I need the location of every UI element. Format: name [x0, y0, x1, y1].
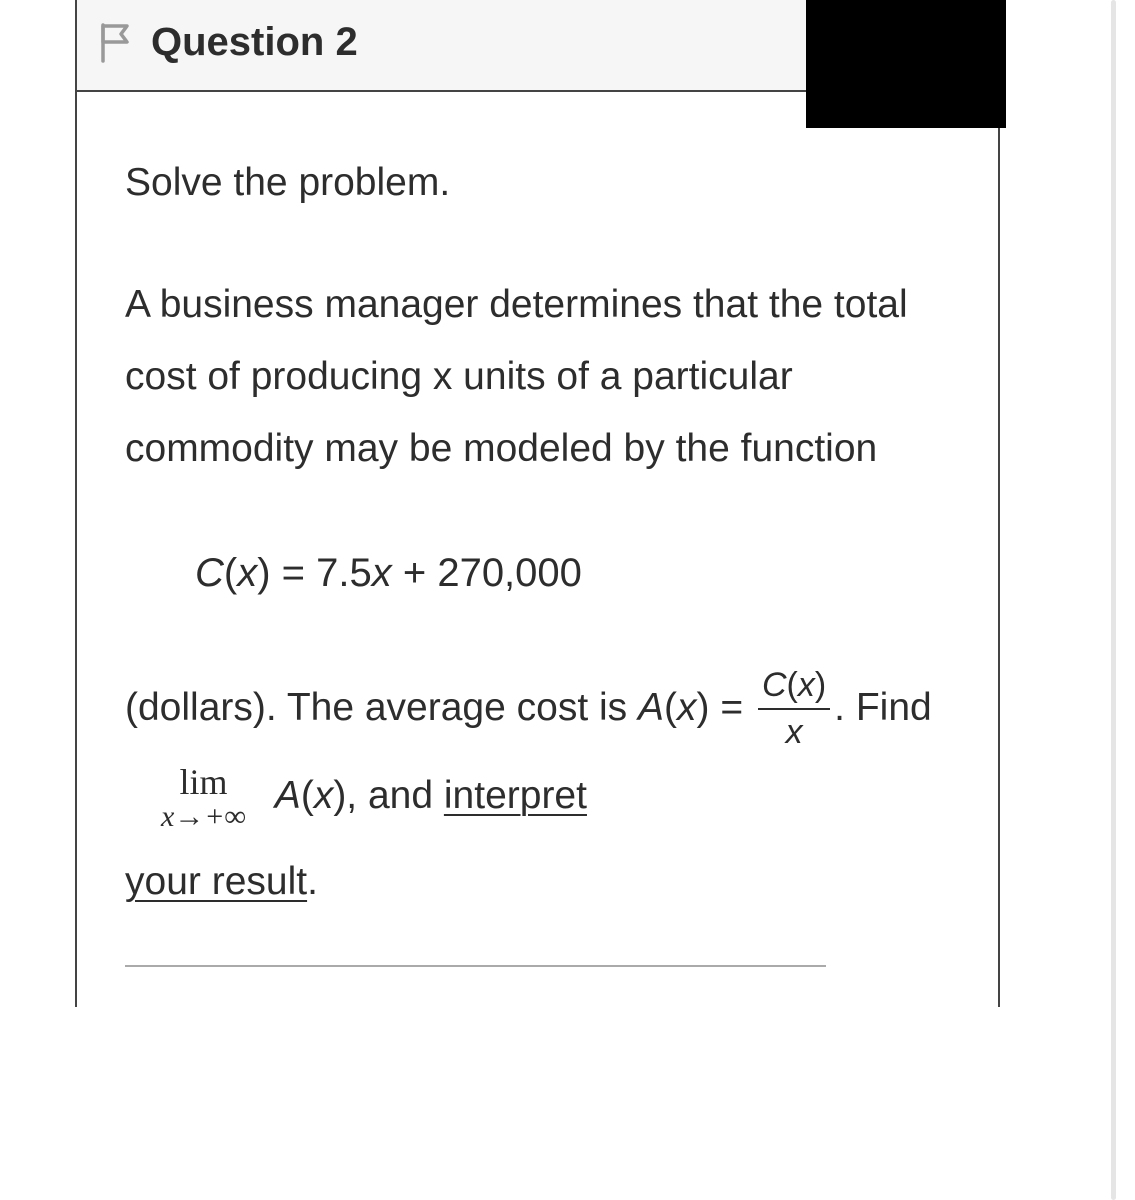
text-segment: (dollars). The average cost is — [125, 686, 638, 729]
limit-notation: lim x→+∞ — [161, 764, 246, 832]
underlined-interpret: interpret — [444, 774, 587, 817]
fraction-cx-over-x: C(x) x — [758, 665, 830, 753]
scrollbar[interactable] — [1096, 0, 1120, 1200]
flag-icon[interactable] — [97, 21, 133, 65]
redacted-block — [806, 0, 1006, 128]
underlined-your-result: your result — [125, 860, 307, 903]
problem-question: (dollars). The average cost is A(x) = C(… — [125, 665, 950, 925]
question-card: Question 2 Solve the problem. A business… — [75, 0, 1000, 1007]
text-segment: . Find — [834, 686, 932, 729]
problem-description: A business manager determines that the t… — [125, 269, 950, 485]
question-title: Question 2 — [151, 20, 358, 65]
question-content: Solve the problem. A business manager de… — [77, 92, 998, 1007]
question-header: Question 2 — [77, 0, 998, 92]
cost-equation: C(x) = 7.5x + 270,000 — [125, 536, 950, 610]
divider — [125, 965, 826, 967]
scrollbar-track — [1111, 0, 1116, 1200]
instruction-text: Solve the problem. — [125, 147, 950, 219]
